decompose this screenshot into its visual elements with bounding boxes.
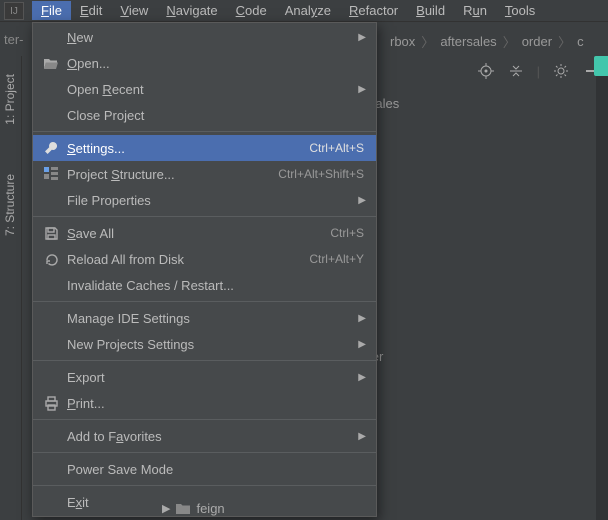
sidebar-tab-structure[interactable]: 7: Structure [0,166,20,244]
left-tab-fragment: ter- [0,22,24,56]
folder-icon [176,502,190,514]
menu-item-label: Open Recent [67,82,364,97]
menu-separator [33,419,376,420]
structure-icon [41,166,61,182]
gear-icon[interactable] [552,62,570,80]
expand-arrow-icon[interactable]: ▶ [162,502,170,515]
menu-item-manage-ide-settings[interactable]: Manage IDE Settings▶ [33,305,376,331]
menu-item-label: Project Structure... [67,167,278,182]
menu-code[interactable]: Code [227,1,276,20]
menu-build[interactable]: Build [407,1,454,20]
menu-item-print[interactable]: Print... [33,390,376,416]
menu-item-settings[interactable]: Settings...Ctrl+Alt+S [33,135,376,161]
app-icon: IJ [4,2,24,20]
bottom-strip: ▶ feign [22,496,608,520]
menu-separator [33,485,376,486]
menu-item-close-project[interactable]: Close Project [33,102,376,128]
print-icon [41,396,61,411]
crumb[interactable]: c [575,34,586,49]
sidebar: 1: Project 7: Structure [0,56,22,520]
menu-item-label: New Projects Settings [67,337,364,352]
menu-item-new[interactable]: New▶ [33,24,376,50]
menu-item-reload-all-from-disk[interactable]: Reload All from DiskCtrl+Alt+Y [33,246,376,272]
menu-separator [33,301,376,302]
menu-item-add-to-favorites[interactable]: Add to Favorites▶ [33,423,376,449]
menu-separator [33,452,376,453]
menubar: File Edit View Navigate Code Analyze Ref… [0,0,608,22]
menu-edit[interactable]: Edit [71,1,111,20]
menu-item-label: Save All [67,226,330,241]
breadcrumb: rbox〉 aftersales〉 order〉 c [380,24,594,58]
folder-label[interactable]: feign [196,501,224,516]
menu-item-open[interactable]: Open... [33,50,376,76]
wrench-icon [41,140,61,156]
menu-item-label: Reload All from Disk [67,252,309,267]
menu-shortcut: Ctrl+Alt+S [309,141,364,155]
submenu-arrow-icon: ▶ [358,313,366,324]
submenu-arrow-icon: ▶ [358,32,366,43]
menu-item-label: Power Save Mode [67,462,364,477]
toolbar-right: | [477,62,600,80]
menu-tools[interactable]: Tools [496,1,544,20]
menu-item-project-structure[interactable]: Project Structure...Ctrl+Alt+Shift+S [33,161,376,187]
folder-open-icon [41,56,61,70]
save-icon [41,226,61,241]
menu-item-invalidate-caches-restart[interactable]: Invalidate Caches / Restart... [33,272,376,298]
crumb[interactable]: aftersales [438,34,498,49]
file-menu-dropdown: New▶Open...Open Recent▶Close ProjectSett… [32,22,377,517]
menu-file[interactable]: File [32,1,71,20]
menu-separator [33,360,376,361]
menu-item-label: Invalidate Caches / Restart... [67,278,364,293]
menu-shortcut: Ctrl+Alt+Shift+S [278,167,364,181]
menu-item-new-projects-settings[interactable]: New Projects Settings▶ [33,331,376,357]
menu-item-label: Export [67,370,364,385]
menu-separator [33,131,376,132]
menu-item-label: Open... [67,56,364,71]
menu-run[interactable]: Run [454,1,496,20]
target-icon[interactable] [477,62,495,80]
submenu-arrow-icon: ▶ [358,339,366,350]
menu-navigate[interactable]: Navigate [157,1,226,20]
menu-item-label: Manage IDE Settings [67,311,364,326]
menu-item-export[interactable]: Export▶ [33,364,376,390]
menu-item-label: Print... [67,396,364,411]
menu-item-label: Close Project [67,108,364,123]
menu-item-open-recent[interactable]: Open Recent▶ [33,76,376,102]
menu-item-file-properties[interactable]: File Properties▶ [33,187,376,213]
menu-view[interactable]: View [111,1,157,20]
submenu-arrow-icon: ▶ [358,372,366,383]
menu-refactor[interactable]: Refactor [340,1,407,20]
submenu-arrow-icon: ▶ [358,431,366,442]
scrollbar-marker[interactable] [594,56,608,76]
reload-icon [41,252,61,267]
menu-shortcut: Ctrl+S [330,226,364,240]
menu-item-save-all[interactable]: Save AllCtrl+S [33,220,376,246]
collapse-icon[interactable] [507,62,525,80]
menu-separator [33,216,376,217]
menu-shortcut: Ctrl+Alt+Y [309,252,364,266]
submenu-arrow-icon: ▶ [358,195,366,206]
sidebar-tab-project[interactable]: 1: Project [0,66,20,133]
menu-analyze[interactable]: Analyze [276,1,340,20]
submenu-arrow-icon: ▶ [358,84,366,95]
crumb[interactable]: order [520,34,554,49]
crumb[interactable]: rbox [388,34,417,49]
menu-item-power-save-mode[interactable]: Power Save Mode [33,456,376,482]
menu-item-label: Settings... [67,141,309,156]
menu-item-label: New [67,30,364,45]
right-gutter [596,56,608,520]
menu-item-label: Add to Favorites [67,429,364,444]
menu-item-label: File Properties [67,193,364,208]
